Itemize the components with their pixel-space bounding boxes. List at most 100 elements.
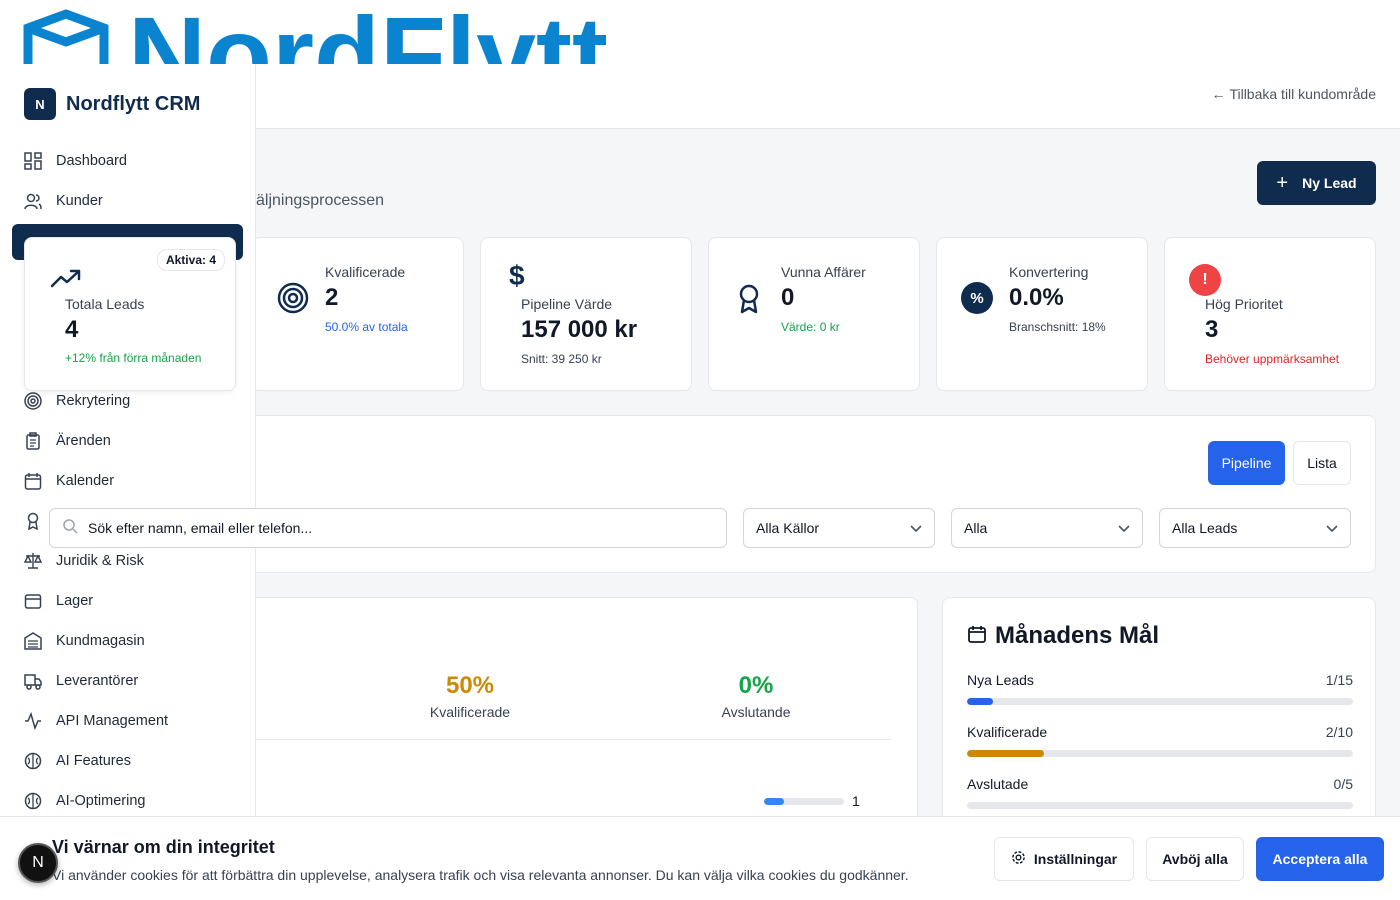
sidebar-item-label: AI Features	[56, 753, 131, 769]
conversion-funnel-card: 50% Kvalificerade 0% Avslutande 1	[256, 597, 918, 827]
stat-card-conversion: % Konvertering 0.0% Branschsnitt: 18%	[936, 237, 1148, 391]
back-link-label: Tillbaka till kundområde	[1229, 86, 1376, 102]
sidebar-item-label: AI-Optimering	[56, 793, 146, 809]
stat-value: 0	[781, 284, 795, 311]
qualified-label: Kvalificerade	[429, 704, 511, 720]
cookie-settings-label: Inställningar	[1033, 851, 1118, 867]
award-icon	[24, 512, 42, 530]
back-to-customer-area-link[interactable]: ← Tillbaka till kundområde	[1211, 86, 1376, 102]
stat-value: 3	[1205, 316, 1219, 343]
source-filter-select[interactable]: Alla Källor	[743, 508, 935, 548]
goal-row: Avslutade 0/5	[967, 776, 1353, 809]
goal-progress-fill	[967, 698, 993, 705]
sidebar-item-juridik[interactable]: Juridik & Risk	[24, 552, 144, 570]
chevron-down-icon	[1118, 520, 1130, 536]
sidebar-item-label: Leverantörer	[56, 673, 139, 689]
svg-text:NordFlytt: NordFlytt	[128, 0, 608, 64]
stat-label: Hög Prioritet	[1205, 296, 1283, 312]
brand-name: Nordflytt CRM	[66, 92, 201, 115]
sidebar-item-arenden[interactable]: Ärenden	[24, 432, 111, 450]
goal-row: Kvalificerade 2/10	[967, 724, 1353, 757]
pipeline-view-toggle[interactable]: Pipeline	[1208, 441, 1285, 485]
warehouse-icon	[24, 632, 42, 650]
sidebar-item-award[interactable]	[24, 512, 42, 530]
search-input[interactable]	[88, 520, 688, 536]
source-count: 1	[852, 793, 860, 809]
stat-card-pipeline-value: $ Pipeline Värde 157 000 kr Snitt: 39 25…	[480, 237, 692, 391]
stat-card-high-priority: ! Hög Prioritet 3 Behöver uppmärksamhet	[1164, 237, 1376, 391]
stat-value: 2	[325, 284, 339, 311]
sidebar-item-dashboard[interactable]: Dashboard	[24, 152, 127, 170]
sidebar: N Nordflytt CRM Dashboard Kunder Rekryte…	[0, 64, 256, 816]
stat-card-total-leads: Aktiva: 4 Totala Leads 4 +12% från förra…	[24, 237, 236, 391]
stat-label: Totala Leads	[65, 296, 145, 312]
source-progress-bar	[764, 798, 844, 805]
floating-app-button[interactable]: N	[18, 843, 58, 883]
goal-count: 0/5	[1333, 776, 1353, 792]
filter-panel: Pipeline Lista	[256, 415, 1376, 573]
sidebar-item-label: Lager	[56, 593, 94, 609]
nordflytt-logo-banner: NordFlytt	[23, 0, 608, 64]
status-filter-value: Alla	[964, 520, 988, 536]
leads-filter-value: Alla Leads	[1172, 520, 1238, 536]
target-icon	[24, 392, 42, 410]
brand-logo: N	[24, 88, 56, 120]
status-filter-select[interactable]: Alla	[951, 508, 1143, 548]
divider	[256, 739, 892, 740]
award-icon	[737, 284, 761, 319]
goal-row: Nya Leads 1/15	[967, 672, 1353, 705]
reject-all-button[interactable]: Avböj alla	[1146, 837, 1244, 881]
search-icon	[62, 518, 78, 539]
calendar-icon	[24, 472, 42, 490]
truck-icon	[24, 672, 42, 690]
users-icon	[24, 192, 42, 210]
goal-label: Nya Leads	[967, 672, 1034, 688]
goal-progress-bar	[967, 750, 1353, 757]
sidebar-item-ai-features[interactable]: AI Features	[24, 752, 131, 770]
new-lead-button[interactable]: + Ny Lead	[1257, 161, 1376, 205]
stat-value: 4	[65, 316, 79, 343]
search-field[interactable]	[49, 508, 727, 548]
goal-label: Kvalificerade	[967, 724, 1048, 740]
brain-icon	[24, 752, 42, 770]
page-subtitle: äljningsprocessen	[256, 192, 385, 209]
stat-sub: Behöver uppmärksamhet	[1205, 352, 1340, 366]
sidebar-item-leverantorer[interactable]: Leverantörer	[24, 672, 138, 690]
source-progress-fill	[764, 798, 784, 805]
sidebar-item-kunder[interactable]: Kunder	[24, 192, 103, 210]
trending-up-icon	[50, 268, 81, 293]
accept-all-button[interactable]: Acceptera alla	[1256, 837, 1384, 881]
closing-label: Avslutande	[721, 704, 791, 720]
stat-value: 0.0%	[1009, 284, 1064, 311]
stat-card-won-deals: Vunna Affärer 0 Värde: 0 kr	[708, 237, 920, 391]
goal-progress-bar	[967, 698, 1353, 705]
stat-sub: Värde: 0 kr	[781, 320, 840, 334]
closing-percent: 0%	[738, 672, 774, 699]
alert-icon: !	[1189, 264, 1221, 296]
active-count-badge: Aktiva: 4	[156, 249, 225, 271]
sidebar-brand[interactable]: N Nordflytt CRM	[24, 88, 200, 120]
stat-label: Kvalificerade	[325, 264, 406, 280]
dollar-icon: $	[509, 260, 525, 291]
sidebar-item-api-management[interactable]: API Management	[24, 712, 168, 730]
new-lead-label: Ny Lead	[1302, 175, 1357, 191]
goal-progress-bar	[967, 802, 1353, 809]
stat-label: Vunna Affärer	[781, 264, 866, 280]
monthly-goals-card: Månadens Mål Nya Leads 1/15 Kvalificerad…	[942, 597, 1376, 827]
sidebar-item-rekrytering[interactable]: Rekrytering	[24, 392, 130, 410]
sidebar-item-label: Juridik & Risk	[56, 553, 144, 569]
cookie-settings-button[interactable]: Inställningar	[994, 837, 1134, 881]
stat-sub: Branschsnitt: 18%	[1009, 320, 1106, 334]
sidebar-item-lager[interactable]: Lager	[24, 592, 93, 610]
activity-icon	[24, 712, 42, 730]
source-filter-value: Alla Källor	[756, 520, 820, 536]
sidebar-item-kalender[interactable]: Kalender	[24, 472, 114, 490]
sidebar-item-ai-optimering[interactable]: AI-Optimering	[24, 792, 145, 810]
box-icon	[24, 592, 42, 610]
top-header: ← Tillbaka till kundområde	[256, 64, 1400, 129]
sidebar-item-kundmagasin[interactable]: Kundmagasin	[24, 632, 145, 650]
leads-filter-select[interactable]: Alla Leads	[1159, 508, 1351, 548]
list-view-toggle[interactable]: Lista	[1293, 441, 1351, 485]
stat-sub: 50.0% av totala	[325, 320, 408, 334]
scale-icon	[24, 552, 42, 570]
